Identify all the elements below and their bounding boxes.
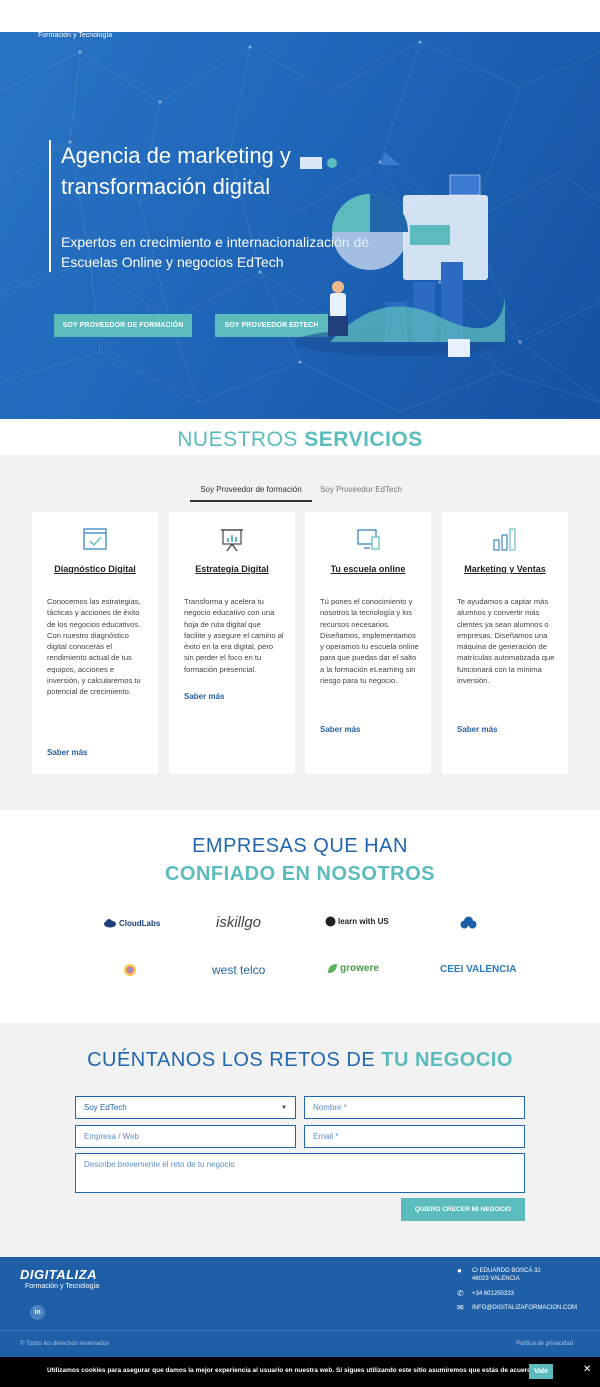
logo-text: growere — [340, 963, 379, 974]
cloud-logo — [460, 916, 477, 929]
logo-text: learn with US — [338, 917, 389, 926]
logo-westtelco: west telco — [212, 963, 265, 977]
card-more-link[interactable]: Saber más — [47, 748, 87, 757]
logo-learnwithus: learn with US — [325, 916, 389, 927]
leaf-logo-icon — [328, 964, 337, 973]
logo-text: CloudLabs — [119, 918, 161, 928]
service-card-marketing: Marketing y Ventas Te ayudamos a captar … — [442, 512, 568, 774]
service-card-online-school: Tu escuela online Tú pones el conocimien… — [305, 512, 431, 774]
footer-divider — [0, 1330, 600, 1331]
copyright: © Todos los derechos reservados — [20, 1341, 110, 1347]
cookie-accept-button[interactable]: Vale — [529, 1364, 553, 1379]
logo-text: iskillgo — [216, 914, 262, 931]
email-field[interactable]: Email * — [304, 1125, 525, 1148]
card-text: Te ayudamos a captar más alumnos y conve… — [457, 597, 555, 686]
cookie-bar: Utilizamos cookies para asegurar que dam… — [0, 1357, 600, 1387]
chevron-down-icon: ▼ — [281, 1104, 287, 1111]
hero-accent-line — [49, 140, 51, 272]
linkedin-icon[interactable]: in — [30, 1305, 45, 1320]
card-title: Tu escuela online — [330, 564, 406, 574]
services-title: NUESTROS SERVICIOS — [0, 428, 600, 456]
footer-logo-subtitle: Formación y Tecnología — [25, 1283, 100, 1290]
phone-text: +34 601250333 — [472, 1291, 514, 1297]
hero-section: Formación y Tecnología Agencia de market… — [0, 32, 600, 419]
provider-type-select[interactable]: Soy EdTech ▼ — [75, 1096, 296, 1119]
card-more-link[interactable]: Saber más — [184, 692, 224, 701]
privacy-link[interactable]: Política de privacidad — [516, 1341, 573, 1347]
services-title-light: NUESTROS — [177, 428, 298, 451]
phone-icon: ✆ — [457, 1289, 464, 1298]
envelope-icon: ✉ — [457, 1303, 464, 1312]
cloud-logo-icon — [104, 919, 116, 928]
select-value: Soy EdTech — [84, 1103, 127, 1112]
submit-button[interactable]: QUIERO CRECER MI NEGOCIO — [401, 1198, 525, 1221]
training-provider-button[interactable]: SOY PROVEEDOR DE FORMACIÓN — [54, 314, 192, 337]
card-title: Estrategia Digital — [195, 564, 269, 574]
tab-edtech-provider[interactable]: Soy Proveedor EdTech — [314, 485, 408, 500]
close-icon[interactable]: ✕ — [583, 1364, 591, 1375]
analytics-illustration — [295, 152, 505, 357]
card-title: Marketing y Ventas — [464, 564, 546, 574]
message-field[interactable]: Describe brevemente el reto de tu negoci… — [75, 1153, 525, 1193]
services-title-bold: SERVICIOS — [304, 428, 423, 451]
footer-email[interactable]: ✉ INFO@DIGITALIZAFORMACION.COM — [457, 1304, 577, 1312]
cookie-text: Utilizamos cookies para asegurar que dam… — [47, 1367, 537, 1374]
contact-title: CUÉNTANOS LOS RETOS DE TU NEGOCIO — [0, 1049, 600, 1072]
logo-text: west telco — [212, 963, 266, 977]
footer-address: ● C/ EDUARDO BOSCÁ 32 46023 VALENCIA — [457, 1267, 541, 1283]
learn-logo-icon — [325, 916, 336, 927]
top-bar — [0, 0, 600, 32]
service-card-diagnostic: Diagnóstico Digital Conocemos las estrat… — [32, 512, 158, 774]
logo-growere: growere — [327, 963, 379, 974]
bar-chart-icon — [493, 528, 516, 551]
contact-title-bold: TU NEGOCIO — [381, 1049, 513, 1071]
logo-text: CEEI VALENCIA — [440, 964, 517, 975]
email-text: INFO@DIGITALIZAFORMACION.COM — [472, 1305, 577, 1311]
hero-tagline: Formación y Tecnología — [38, 32, 113, 39]
card-title: Diagnóstico Digital — [54, 564, 136, 574]
card-text: Transforma y acelera tu negocio educativ… — [184, 597, 284, 674]
clients-title-line1: EMPRESAS QUE HAN — [192, 835, 408, 857]
service-card-strategy: Estrategia Digital Transforma y acelera … — [169, 512, 295, 774]
footer-logo[interactable]: DIGITALIZA — [20, 1267, 97, 1282]
browser-check-icon — [83, 528, 107, 550]
footer-phone[interactable]: ✆ +34 601250333 — [457, 1290, 514, 1298]
card-text: Tú pones el conocimiento y nosotros la t… — [320, 597, 419, 686]
tab-training-provider[interactable]: Soy Proveedor de formación — [190, 485, 312, 502]
location-pin-icon: ● — [457, 1266, 462, 1275]
name-field[interactable]: Nombre * — [304, 1096, 525, 1119]
colorful-logo — [124, 964, 136, 976]
address-line2: 46023 VALENCIA — [472, 1276, 520, 1282]
logo-iskillgo: iskillgo — [216, 914, 261, 931]
contact-title-light: CUÉNTANOS LOS RETOS DE — [87, 1049, 376, 1071]
presentation-board-icon — [221, 529, 243, 552]
clients-title-line2: CONFIADO EN NOSOTROS — [164, 863, 435, 885]
logo-ceei: CEEI VALENCIA — [440, 964, 517, 975]
card-more-link[interactable]: Saber más — [457, 725, 497, 734]
devices-icon — [357, 529, 380, 550]
card-text: Conocemos las estrategias, tácticas y ac… — [47, 597, 141, 697]
logo-cloudlabs: CloudLabs — [103, 918, 160, 928]
card-more-link[interactable]: Saber más — [320, 725, 360, 734]
company-field[interactable]: Empresa / Web — [75, 1125, 296, 1148]
address-line1: C/ EDUARDO BOSCÁ 32 — [472, 1268, 541, 1274]
